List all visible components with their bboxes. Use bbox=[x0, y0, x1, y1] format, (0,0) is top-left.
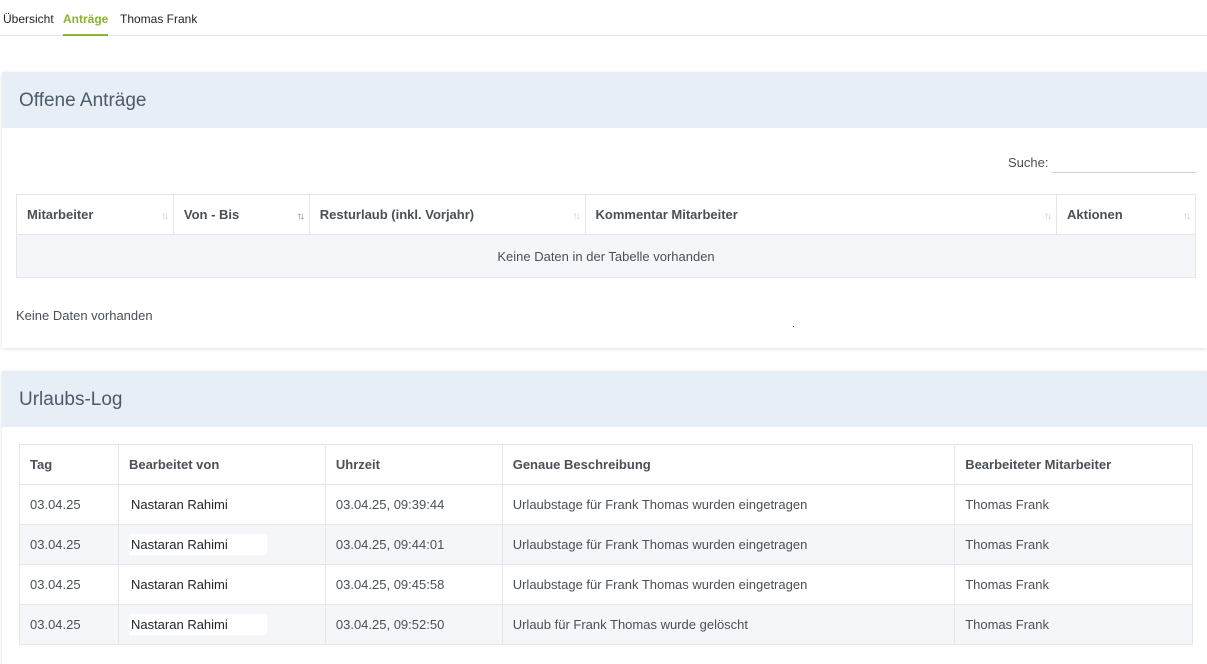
vacation-log-title: Urlaubs-Log bbox=[2, 371, 1207, 427]
table-row: 03.04.25 Nastaran Rahimi 03.04.25, 09:39… bbox=[19, 484, 1193, 525]
table-header-row: Tag Bearbeitet von Uhrzeit Genaue Beschr… bbox=[19, 444, 1193, 485]
log-edited-by: Nastaran Rahimi bbox=[128, 614, 267, 635]
col-beschreibung: Genaue Beschreibung bbox=[501, 444, 956, 485]
vacation-log-card: Urlaubs-Log Tag Bearbeitet von Uhrzeit G… bbox=[2, 371, 1207, 664]
col-resturlaub[interactable]: Resturlaub (inkl. Vorjahr) ↑↓ bbox=[308, 194, 586, 235]
tab-thomas-frank[interactable]: Thomas Frank bbox=[120, 0, 197, 36]
table-row: 03.04.25 Nastaran Rahimi 03.04.25, 09:44… bbox=[19, 524, 1193, 565]
log-time: 03.04.25, 09:44:01 bbox=[324, 524, 503, 565]
log-employee: Thomas Frank bbox=[954, 484, 1193, 525]
open-requests-card: Offene Anträge Suche: Mitarbeiter ↑↓ Von … bbox=[2, 72, 1207, 348]
sort-icon: ↑↓ bbox=[160, 211, 169, 222]
log-time: 03.04.25, 09:39:44 bbox=[324, 484, 503, 525]
log-day: 03.04.25 bbox=[19, 564, 119, 605]
log-day: 03.04.25 bbox=[19, 524, 119, 565]
sort-icon: ↑↓ bbox=[1044, 211, 1052, 222]
no-data-text: Keine Daten vorhanden bbox=[16, 308, 153, 323]
sort-icon: ↑↓ bbox=[1183, 211, 1191, 222]
vacation-log-table: Tag Bearbeitet von Uhrzeit Genaue Beschr… bbox=[19, 444, 1193, 645]
log-employee: Thomas Frank bbox=[954, 524, 1193, 565]
search-input[interactable] bbox=[1052, 150, 1196, 173]
log-edited-by: Nastaran Rahimi bbox=[128, 574, 267, 595]
table-row: 03.04.25 Nastaran Rahimi 03.04.25, 09:45… bbox=[19, 564, 1193, 605]
col-mitarbeiter[interactable]: Mitarbeiter ↑↓ bbox=[16, 194, 174, 235]
table-header-row: Mitarbeiter ↑↓ Von - Bis ↑↓ Resturlaub (in… bbox=[16, 194, 1196, 235]
stray-dot bbox=[793, 326, 794, 327]
col-bearbeitet-von: Bearbeitet von bbox=[117, 444, 326, 485]
col-uhrzeit: Uhrzeit bbox=[324, 444, 503, 485]
log-employee: Thomas Frank bbox=[954, 604, 1193, 645]
open-requests-table: Mitarbeiter ↑↓ Von - Bis ↑↓ Resturlaub (in… bbox=[16, 194, 1196, 278]
table-row: Keine Daten in der Tabelle vorhanden bbox=[16, 234, 1196, 278]
log-time: 03.04.25, 09:45:58 bbox=[324, 564, 503, 605]
log-employee: Thomas Frank bbox=[954, 564, 1193, 605]
log-description: Urlaubstage für Frank Thomas wurden eing… bbox=[501, 564, 956, 605]
col-tag: Tag bbox=[19, 444, 119, 485]
col-kommentar[interactable]: Kommentar Mitarbeiter ↑↓ bbox=[584, 194, 1058, 235]
log-day: 03.04.25 bbox=[19, 604, 119, 645]
log-time: 03.04.25, 09:52:50 bbox=[324, 604, 503, 645]
tab-uebersicht[interactable]: Übersicht bbox=[3, 0, 54, 36]
log-day: 03.04.25 bbox=[19, 484, 119, 525]
sort-icon: ↑↓ bbox=[572, 211, 581, 222]
col-aktionen[interactable]: Aktionen ↑↓ bbox=[1056, 194, 1196, 235]
search-label: Suche: bbox=[1008, 155, 1049, 170]
sort-asc-icon: ↑↓ bbox=[296, 211, 305, 222]
log-edited-by: Nastaran Rahimi bbox=[128, 494, 267, 515]
log-edited-by: Nastaran Rahimi bbox=[128, 534, 267, 555]
table-row: 03.04.25 Nastaran Rahimi 03.04.25, 09:52… bbox=[19, 604, 1193, 645]
open-requests-title: Offene Anträge bbox=[2, 72, 1207, 128]
empty-table-message: Keine Daten in der Tabelle vorhanden bbox=[16, 234, 1196, 278]
log-description: Urlaub für Frank Thomas wurde gelöscht bbox=[501, 604, 956, 645]
tab-bar: Übersicht Anträge Thomas Frank bbox=[0, 0, 1207, 36]
col-bearbeiteter-mitarbeiter: Bearbeiteter Mitarbeiter bbox=[954, 444, 1193, 485]
tab-antraege[interactable]: Anträge bbox=[63, 0, 109, 36]
log-description: Urlaubstage für Frank Thomas wurden eing… bbox=[501, 524, 956, 565]
log-description: Urlaubstage für Frank Thomas wurden eing… bbox=[501, 484, 956, 525]
col-von-bis[interactable]: Von - Bis ↑↓ bbox=[172, 194, 310, 235]
